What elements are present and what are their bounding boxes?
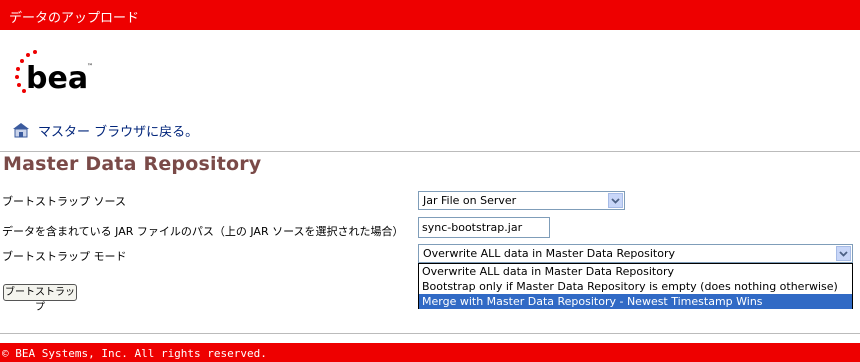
back-link-text[interactable]: マスター ブラウザに戻る。	[38, 121, 198, 140]
copyright-text: © BEA Systems, Inc. All rights reserved.	[2, 347, 267, 360]
mode-label: ブートストラップ モード	[2, 250, 127, 263]
header-bar: データのアップロード	[0, 0, 860, 30]
header-title: データのアップロード	[9, 11, 140, 26]
divider	[0, 151, 860, 152]
mode-option-overwrite[interactable]: Overwrite ALL data in Master Data Reposi…	[419, 264, 852, 279]
jar-path-input[interactable]: sync-bootstrap.jar	[418, 217, 550, 238]
logo-text: bea	[26, 61, 88, 96]
footer-bar: © BEA Systems, Inc. All rights reserved.	[0, 343, 860, 362]
source-select-value: Jar File on Server	[423, 194, 517, 207]
page-title: Master Data Repository	[3, 153, 262, 175]
mode-select[interactable]: Overwrite ALL data in Master Data Reposi…	[418, 244, 853, 263]
bea-logo: bea ™	[9, 42, 99, 98]
home-icon	[13, 123, 29, 138]
source-label: ブートストラップ ソース	[2, 195, 126, 208]
mode-option-merge[interactable]: Merge with Master Data Repository - Newe…	[419, 294, 852, 309]
back-to-browser-link[interactable]: マスター ブラウザに戻る。	[12, 120, 198, 140]
mode-option-bootstrap-if-empty[interactable]: Bootstrap only if Master Data Repository…	[419, 279, 852, 294]
jar-path-label: データを含まれている JAR ファイルのパス（上の JAR ソースを選択された場…	[2, 225, 404, 238]
mode-select-value: Overwrite ALL data in Master Data Reposi…	[423, 247, 676, 260]
chevron-down-icon[interactable]	[836, 246, 851, 261]
jar-path-value: sync-bootstrap.jar	[422, 221, 523, 234]
bootstrap-button[interactable]: ブートストラップ	[3, 284, 77, 313]
chevron-down-icon[interactable]	[608, 193, 623, 208]
svg-text:™: ™	[87, 63, 93, 70]
divider	[0, 333, 860, 334]
source-select[interactable]: Jar File on Server	[418, 191, 625, 210]
mode-dropdown-list[interactable]: Overwrite ALL data in Master Data Reposi…	[418, 263, 853, 309]
